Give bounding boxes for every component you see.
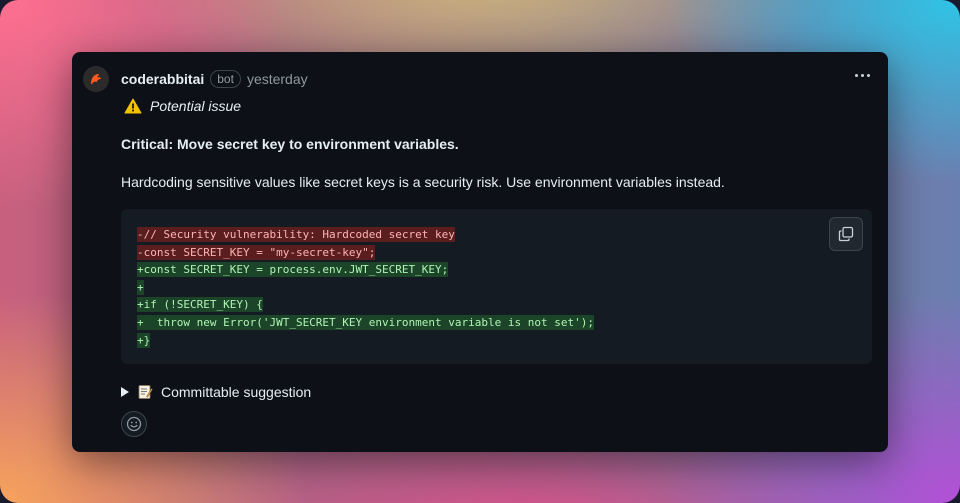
issue-label: Potential issue xyxy=(124,98,241,114)
kebab-menu-icon[interactable] xyxy=(855,74,870,77)
comment-description: Hardcoding sensitive values like secret … xyxy=(121,174,725,190)
diff-line-deleted: -const SECRET_KEY = "my-secret-key"; xyxy=(137,244,376,260)
comment-title: Critical: Move secret key to environment… xyxy=(121,136,459,152)
committable-suggestion-toggle[interactable]: Committable suggestion xyxy=(121,384,311,400)
copy-icon xyxy=(838,226,854,242)
code-suggestion-block: -// Security vulnerability: Hardcoded se… xyxy=(121,209,872,364)
diff-line-added: +const SECRET_KEY = process.env.JWT_SECR… xyxy=(137,262,449,278)
diff-line-added: +if (!SECRET_KEY) { xyxy=(137,297,263,313)
diff-line-added: +} xyxy=(137,332,151,348)
coderabbit-logo-icon[interactable] xyxy=(83,66,109,92)
comment-header: coderabbitai bot yesterday xyxy=(121,69,308,89)
author-name[interactable]: coderabbitai xyxy=(121,71,204,87)
triangle-right-icon xyxy=(121,387,129,397)
diff-line-added: + throw new Error('JWT_SECRET_KEY enviro… xyxy=(137,314,594,330)
issue-label-text: Potential issue xyxy=(150,98,242,114)
copy-button[interactable] xyxy=(829,217,863,251)
diff-lines[interactable]: -// Security vulnerability: Hardcoded se… xyxy=(137,226,594,349)
diff-line-deleted: -// Security vulnerability: Hardcoded se… xyxy=(137,227,455,242)
add-reaction-button[interactable] xyxy=(121,411,147,437)
memo-icon xyxy=(138,385,153,399)
warning-icon xyxy=(124,98,142,114)
smiley-icon xyxy=(126,416,142,432)
comment-timestamp[interactable]: yesterday xyxy=(247,71,308,87)
diff-line-added: + xyxy=(137,279,144,295)
review-comment-card: coderabbitai bot yesterday Potential iss… xyxy=(72,52,888,452)
committable-suggestion-label: Committable suggestion xyxy=(161,384,312,400)
bot-badge: bot xyxy=(210,70,241,88)
